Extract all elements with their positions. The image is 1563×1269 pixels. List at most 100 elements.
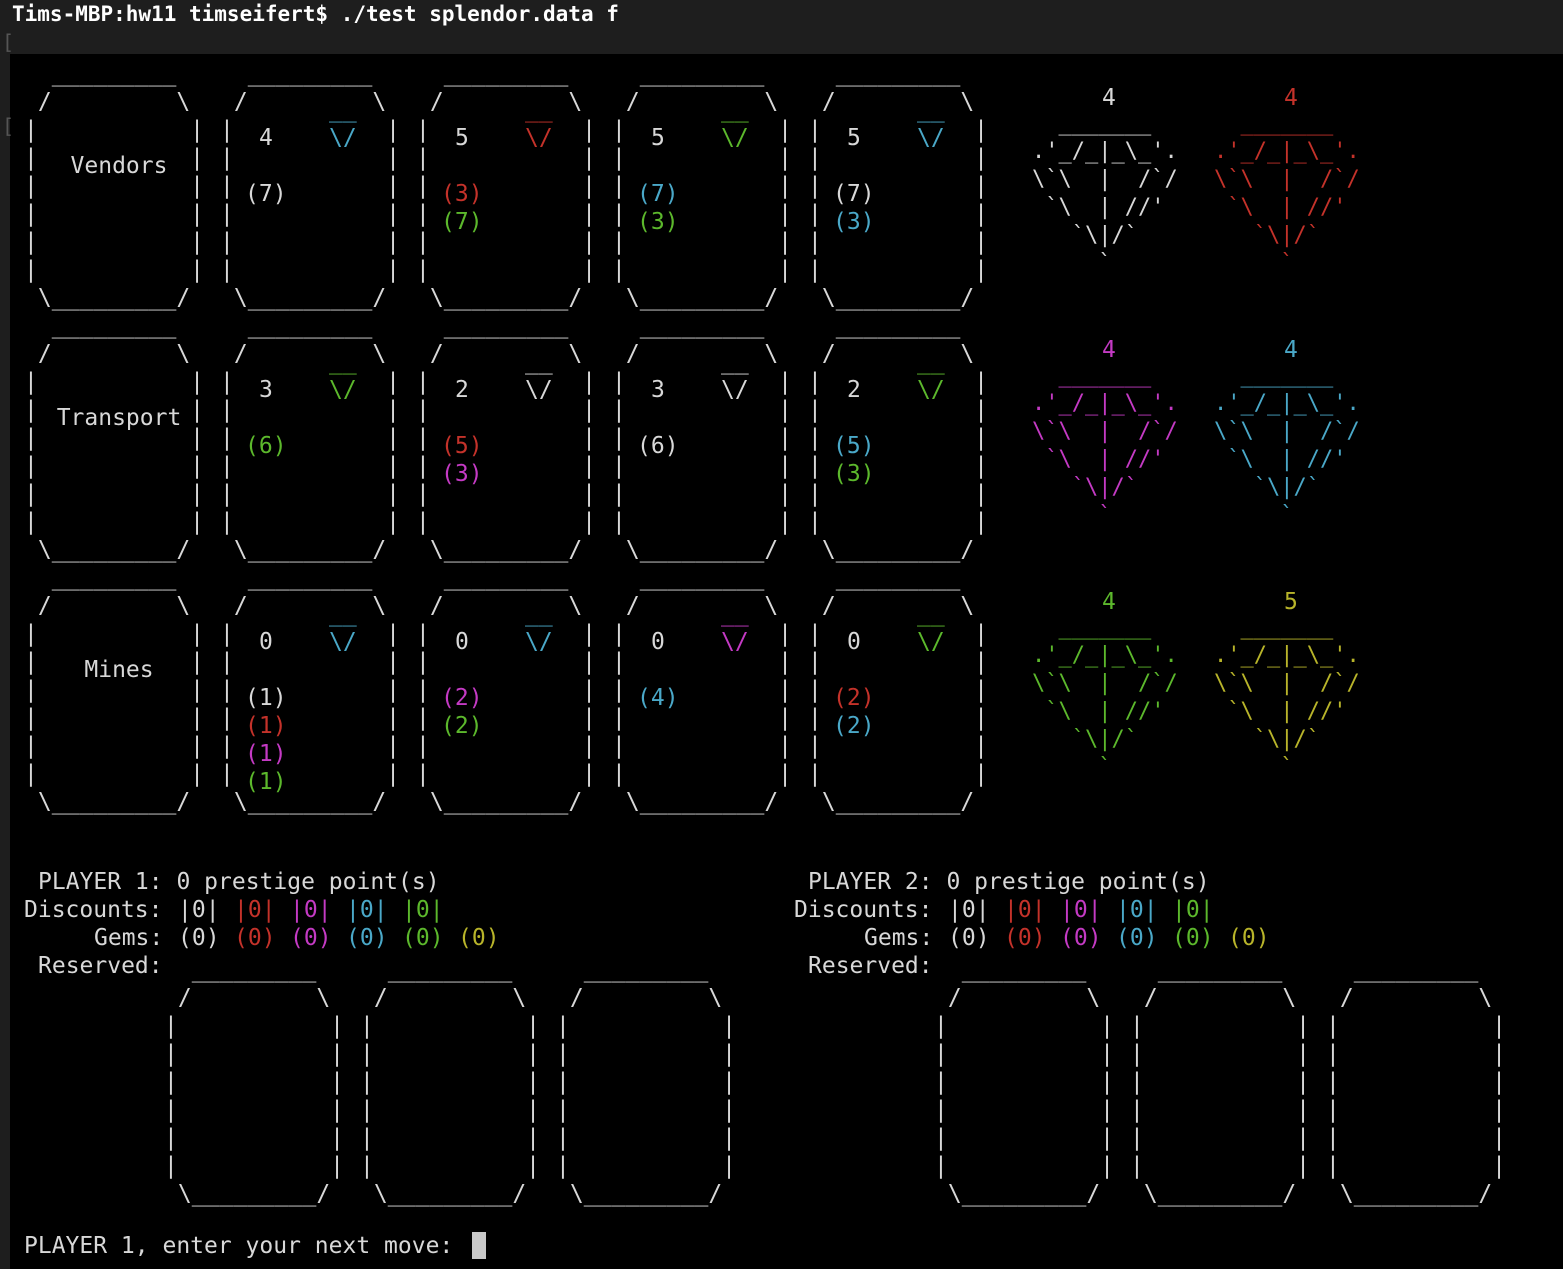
diamond-icon: ` (1032, 251, 1178, 276)
discount-value: |0| (346, 897, 388, 923)
gem-count: 4 (1102, 85, 1116, 111)
card-border-line: _________ (808, 565, 989, 591)
card-border-line: | | (1326, 1041, 1507, 1067)
move-input-prompt: PLAYER 1, enter your next move: (24, 1233, 468, 1259)
card-prestige-points: 0 (651, 629, 665, 655)
card-border-line: _________ (808, 313, 989, 339)
card-border-line: _________ (24, 313, 205, 339)
card-border-line: | | (612, 649, 793, 675)
card-border-line: | | (1326, 1097, 1507, 1123)
card-gem-bonus-icon: \/ (525, 629, 553, 655)
card-border-line: | | (164, 1125, 345, 1151)
card-border-line: | | (808, 621, 989, 647)
card-border-line: _________ (1130, 957, 1311, 983)
card-cost: (3) (637, 209, 679, 235)
card-cost: (2) (833, 685, 875, 711)
card-border-line: \_________/ (416, 789, 597, 815)
card-gem-bonus-icon: __ (917, 601, 945, 627)
card-border-line: \_________/ (556, 1181, 737, 1207)
card-border-line: \_________/ (220, 285, 401, 311)
diamond-icon: \`\ | /`/ (1214, 167, 1360, 192)
diamond-icon: `\ | //' (1032, 195, 1178, 220)
diamond-icon: _______ (1214, 363, 1360, 388)
card-border-line: | | (556, 1041, 737, 1067)
card-border-line: | | (612, 117, 793, 143)
gem-count: 4 (1102, 337, 1116, 363)
card-border-line: / \ (360, 985, 541, 1011)
card-gem-bonus-icon: \/ (721, 629, 749, 655)
card-border-line: | | (556, 1013, 737, 1039)
diamond-icon: .'_/_|_\_'. (1032, 139, 1178, 164)
card-border-line: | | (1326, 1069, 1507, 1095)
shell-command-line: Tims-MBP:hw11 timseifert$ ./test splendo… (12, 2, 619, 26)
card-border-line: | | (612, 733, 793, 759)
diamond-icon: ` (1214, 503, 1360, 528)
card-border-line: _________ (220, 61, 401, 87)
reserved-label: Reserved: (808, 953, 933, 979)
diamond-icon: `\ | //' (1214, 195, 1360, 220)
card-border-line: / \ (220, 89, 401, 115)
discount-value: |0| (1060, 897, 1102, 923)
gem-holding: (0) (1172, 925, 1214, 951)
card-gem-bonus-icon: __ (329, 97, 357, 123)
diamond-icon: .'_/_|_\_'. (1214, 391, 1360, 416)
card-border-line: | | (24, 201, 205, 227)
card-border-line: | | (808, 509, 989, 535)
card-border-line: | | (360, 1069, 541, 1095)
gem-holding: (0) (234, 925, 276, 951)
card-border-line: / \ (416, 593, 597, 619)
card-cost: (7) (833, 181, 875, 207)
card-cost: (1) (245, 685, 287, 711)
card-border-line: | | (360, 1125, 541, 1151)
card-border-line: | | (934, 1013, 1115, 1039)
deck-label: Mines (84, 657, 154, 683)
card-border-line: | | (612, 257, 793, 283)
deck-label: Transport (56, 405, 182, 431)
player-title: PLAYER 1: 0 prestige point(s) (38, 869, 440, 895)
diamond-icon: \`\ | /`/ (1214, 419, 1360, 444)
diamond-icon: `\|/` (1214, 475, 1360, 500)
card-border-line: | | (1130, 1013, 1311, 1039)
card-cost: (5) (833, 433, 875, 459)
card-border-line: _________ (220, 313, 401, 339)
card-border-line: _________ (808, 61, 989, 87)
card-border-line: _________ (24, 565, 205, 591)
diamond-icon: .'_/_|_\_'. (1214, 139, 1360, 164)
card-gem-bonus-icon: \/ (329, 377, 357, 403)
card-border-line: | | (220, 649, 401, 675)
card-border-line: | | (808, 257, 989, 283)
discount-value: |0| (1172, 897, 1214, 923)
card-cost: (2) (833, 713, 875, 739)
card-border-line: | | (1130, 1153, 1311, 1179)
card-border-line: | | (360, 1097, 541, 1123)
card-border-line: / \ (808, 593, 989, 619)
card-border-line: | | (220, 257, 401, 283)
card-border-line: | | (808, 145, 989, 171)
card-border-line: \_________/ (612, 285, 793, 311)
discount-value: |0| (1116, 897, 1158, 923)
diamond-icon: .'_/_|_\_'. (1032, 391, 1178, 416)
card-border-line: | | (612, 397, 793, 423)
terminal-cursor[interactable] (472, 1232, 486, 1259)
card-prestige-points: 2 (455, 377, 469, 403)
diamond-icon: `\ | //' (1032, 447, 1178, 472)
discounts-label: Discounts: (794, 897, 933, 923)
card-border-line: \_________/ (24, 537, 205, 563)
card-border-line: / \ (24, 593, 205, 619)
card-border-line: \_________/ (808, 789, 989, 815)
card-cost: (7) (245, 181, 287, 207)
gem-holding: (0) (458, 925, 500, 951)
card-gem-bonus-icon: __ (721, 349, 749, 375)
discount-value: |0| (402, 897, 444, 923)
gem-count: 5 (1284, 589, 1298, 615)
card-border-line: _________ (164, 957, 345, 983)
card-border-line: \_________/ (24, 285, 205, 311)
card-border-line: | | (164, 1069, 345, 1095)
card-gem-bonus-icon: \/ (917, 629, 945, 655)
card-cost: (2) (441, 713, 483, 739)
card-border-line: | | (416, 509, 597, 535)
card-border-line: / \ (808, 341, 989, 367)
card-gem-bonus-icon: __ (917, 97, 945, 123)
card-border-line: | | (164, 1013, 345, 1039)
card-border-line: _________ (360, 957, 541, 983)
